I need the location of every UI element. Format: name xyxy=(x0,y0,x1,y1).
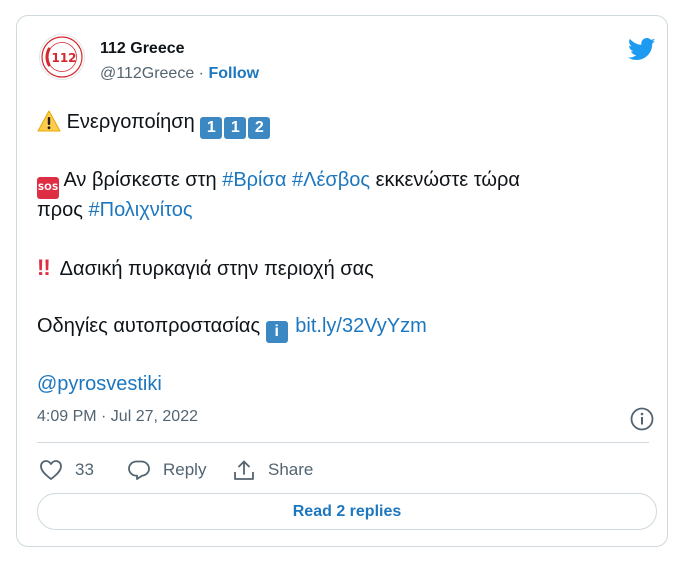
share-button[interactable]: Share xyxy=(232,457,313,483)
evacuate-text-b: εκκενώστε τώρα xyxy=(375,169,520,191)
evacuate-text-a: Αν βρίσκεστε στη xyxy=(63,169,217,191)
wildfire-text: Δασική πυρκαγιά στην περιοχή σας xyxy=(59,258,374,280)
shortlink[interactable]: bit.ly/32VyYzm xyxy=(295,315,427,337)
reply-label: Reply xyxy=(163,460,207,479)
account-name[interactable]: 112 Greece xyxy=(100,40,185,58)
read-replies-button[interactable]: Read 2 replies xyxy=(37,493,657,530)
instructions-text: Οδηγίες αυτοπροστασίας xyxy=(37,315,261,337)
mention-pyrosvestiki-link[interactable]: @pyrosvestiki xyxy=(37,373,162,395)
keycap-1-icon: 1 xyxy=(200,117,223,139)
tweet-line-6: @pyrosvestiki xyxy=(37,369,657,399)
like-button[interactable]: 33 xyxy=(39,457,94,483)
avatar[interactable]: 112 xyxy=(39,34,85,80)
hashtag-lesvos-link[interactable]: #Λέσβος xyxy=(292,169,370,191)
info-icon[interactable] xyxy=(629,406,655,432)
towards-text: προς xyxy=(37,199,83,221)
logo-112-icon: 112 xyxy=(41,36,83,78)
double-exclamation-icon: !! xyxy=(37,255,51,280)
reply-icon xyxy=(128,460,150,480)
hashtag-vrisa-link[interactable]: #Βρίσα xyxy=(222,169,286,191)
account-handle[interactable]: @112Greece xyxy=(100,65,194,82)
reply-button[interactable]: Reply xyxy=(127,457,206,483)
avatar-text: 112 xyxy=(51,51,76,65)
info-keycap-icon: i xyxy=(265,321,288,343)
tweet-line-1: Ενεργοποίηση 112 xyxy=(37,107,657,139)
tweet-line-5: Οδηγίες αυτοπροστασίας i bit.ly/32VyYzm xyxy=(37,311,657,343)
activation-text: Ενεργοποίηση xyxy=(66,111,195,133)
tweet-line-3: προς #Πολιχνίτος xyxy=(37,195,657,225)
tweet-card: 112 112 Greece @112Greece · Follow Ενεργ… xyxy=(16,15,668,547)
share-icon xyxy=(234,460,254,480)
share-label: Share xyxy=(268,460,314,479)
follow-link[interactable]: Follow xyxy=(208,65,259,82)
tweet-line-4: !! Δασική πυρκαγιά στην περιοχή σας xyxy=(37,253,657,284)
divider xyxy=(37,442,649,443)
heart-icon xyxy=(40,460,62,480)
separator-dot: · xyxy=(198,65,204,82)
keycap-1-icon: 1 xyxy=(224,117,247,139)
like-count: 33 xyxy=(75,460,94,479)
tweet-timestamp[interactable]: 4:09 PM · Jul 27, 2022 xyxy=(37,408,198,426)
warning-icon xyxy=(37,110,61,132)
twitter-bird-icon[interactable] xyxy=(628,38,656,61)
hashtag-polichnitos-link[interactable]: #Πολιχνίτος xyxy=(89,199,193,221)
tweet-line-2: SOS Αν βρίσκεστε στη #Βρίσα #Λέσβος εκκε… xyxy=(37,165,657,199)
handle-row: @112Greece · Follow xyxy=(100,65,259,83)
keycap-2-icon: 2 xyxy=(248,117,271,139)
